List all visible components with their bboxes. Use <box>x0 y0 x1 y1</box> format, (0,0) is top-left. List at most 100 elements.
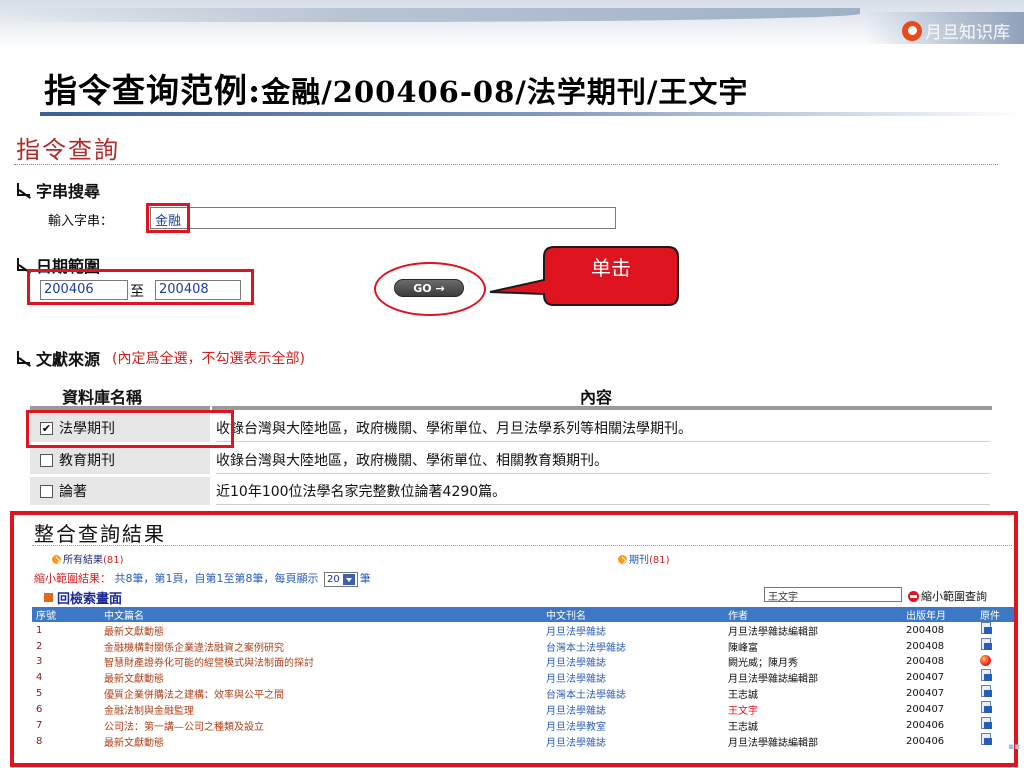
table-row[interactable]: 4 最新文獻動態 月旦法學雜誌 月旦法學雜誌編輯部 200407 <box>32 669 1014 685</box>
document-icon[interactable] <box>980 717 993 730</box>
document-icon[interactable] <box>980 701 993 714</box>
source-name-cell: 論著 <box>30 477 210 505</box>
orange-bullet-icon <box>618 555 627 564</box>
row-number: 5 <box>36 687 43 699</box>
all-results-link[interactable]: 所有結果(81) <box>52 551 124 566</box>
publish-date: 200407 <box>906 687 945 699</box>
author-name: 月旦法學雜誌編輯部 <box>728 737 818 749</box>
page-size-select[interactable]: 20 <box>324 571 358 587</box>
decorative-dots: ▪▪ <box>1008 742 1021 752</box>
string-search-heading: 字串搜尋 <box>16 178 100 202</box>
go-button[interactable]: GO → <box>394 279 464 297</box>
narrow-search-label: 縮小範圍查詢 <box>921 590 987 603</box>
table-row[interactable]: 7 公司法：第一講—公司之種類及設立 月旦法學教室 王志誠 200406 <box>32 717 1014 733</box>
corner-arrow-icon <box>16 258 32 274</box>
source-row-education-journal: 教育期刊 收錄台灣與大陸地區，政府機關、學術單位、相關教育類期刊。 <box>30 446 990 474</box>
document-icon[interactable] <box>980 685 993 698</box>
table-row[interactable]: 3 智慧財產證券化可能的經營模式與法制面的探討 月旦法學雜誌 闕光威；陳月秀 20040… <box>32 654 1014 669</box>
publish-date: 200406 <box>906 719 945 731</box>
date-range-heading-text: 日期範圍 <box>36 257 101 276</box>
article-title-link[interactable]: 金融機構對關係企業違法融資之案例研究 <box>100 638 542 654</box>
date-to-input[interactable]: 200408 <box>155 280 241 300</box>
periodical-link[interactable]: 期刊(81) <box>618 551 670 566</box>
source-checkbox[interactable]: ✔ <box>40 421 53 435</box>
narrow-info: 共8筆，第1頁，自第1至第8筆，每頁顯示 <box>114 572 319 585</box>
document-icon[interactable] <box>980 669 993 682</box>
source-checkbox[interactable] <box>40 484 53 498</box>
table-row[interactable]: 5 優質企業併購法之建構：效率與公平之間 台灣本土法學雜誌 王志誠 200407 <box>32 685 1014 701</box>
article-title-link[interactable]: 最新文獻動態 <box>100 622 542 638</box>
author-name: 闕光威；陳月秀 <box>728 658 798 669</box>
original-file-cell[interactable] <box>976 669 1014 685</box>
author-name: 陳峰富 <box>728 642 758 654</box>
article-title-link[interactable]: 最新文獻動態 <box>100 669 542 685</box>
source-name-cell: 教育期刊 <box>30 446 210 474</box>
string-search-input[interactable]: 金融 <box>150 207 616 229</box>
journal-name: 月旦法學雜誌 <box>546 705 606 717</box>
corner-arrow-icon <box>16 351 32 367</box>
source-description: 收錄台灣與大陸地區，政府機關、學術單位、相關教育類期刊。 <box>216 446 990 474</box>
section-heading: 指令查詢 <box>16 136 120 164</box>
original-file-cell[interactable] <box>976 701 1014 717</box>
source-checkbox[interactable] <box>40 453 53 467</box>
source-description: 近10年100位法學名家完整數位論著4290篇。 <box>216 477 990 505</box>
date-range-heading: 日期範圍 <box>16 253 100 277</box>
table-row[interactable]: 6 金融法制與金融監理 月旦法學雜誌 王文宇 200407 <box>32 701 1014 717</box>
source-name: 教育期刊 <box>59 453 115 469</box>
table-row[interactable]: 8 最新文獻動態 月旦法學雜誌 月旦法學雜誌編輯部 200406 <box>32 733 1014 749</box>
decorative-swoosh <box>0 8 860 22</box>
orange-bullet-icon <box>52 555 61 564</box>
results-divider <box>32 545 1012 546</box>
document-icon[interactable] <box>980 638 993 651</box>
sources-table-header: 資料庫名稱 內容 <box>14 384 998 407</box>
media-orb-icon[interactable] <box>980 654 991 666</box>
title-underline <box>40 112 1024 116</box>
periodical-label: 期刊 <box>629 555 649 566</box>
publish-date: 200406 <box>906 735 945 747</box>
callout-label: 单击 <box>591 256 631 280</box>
article-title-link[interactable]: 智慧財產證券化可能的經營模式與法制面的探討 <box>100 654 542 669</box>
col-journal: 中文刊名 <box>542 607 724 622</box>
publish-date: 200407 <box>906 671 945 683</box>
results-body: 1 最新文獻動態 月旦法學雜誌 月旦法學雜誌編輯部 200408 2 金融機構對關係企業違法… <box>32 622 1014 749</box>
string-search-heading-text: 字串搜尋 <box>36 182 101 201</box>
original-file-cell[interactable] <box>976 638 1014 654</box>
table-row[interactable]: 1 最新文獻動態 月旦法學雜誌 月旦法學雜誌編輯部 200408 <box>32 622 1014 638</box>
article-title-link[interactable]: 公司法：第一講—公司之種類及設立 <box>100 717 542 733</box>
chevron-down-icon <box>342 573 355 585</box>
original-file-cell[interactable] <box>976 622 1014 638</box>
all-results-label: 所有結果 <box>63 555 103 566</box>
slide-title-query: 金融/200406-08/法学期刊/王文宇 <box>261 75 749 109</box>
square-bullet-icon <box>44 593 53 602</box>
author-name: 月旦法學雜誌編輯部 <box>728 673 818 685</box>
journal-name: 月旦法學雜誌 <box>546 626 606 638</box>
source-name: 法學期刊 <box>59 421 115 437</box>
author-name: 王文宇 <box>728 705 758 717</box>
article-title-link[interactable]: 金融法制與金融監理 <box>100 701 542 717</box>
original-file-cell[interactable] <box>976 654 1014 669</box>
article-title-link[interactable]: 最新文獻動態 <box>100 733 542 749</box>
col-title: 中文篇名 <box>100 607 542 622</box>
corner-arrow-icon <box>16 183 32 199</box>
col-db-name: 資料庫名稱 <box>62 388 143 407</box>
publish-date: 200407 <box>906 703 945 715</box>
results-header-row: 序號 中文篇名 中文刊名 作者 出版年月 原件 <box>32 607 1014 622</box>
article-title-link[interactable]: 優質企業併購法之建構：效率與公平之間 <box>100 685 542 701</box>
slide-title-prefix: 指令查询范例: <box>44 71 262 110</box>
table-row[interactable]: 2 金融機構對關係企業違法融資之案例研究 台灣本土法學雜誌 陳峰富 200408 <box>32 638 1014 654</box>
original-file-cell[interactable] <box>976 685 1014 701</box>
slide-title: 指令查询范例:金融/200406-08/法学期刊/王文宇 <box>44 64 748 112</box>
section-divider <box>14 164 998 165</box>
minus-circle-icon <box>908 590 919 602</box>
date-from-input[interactable]: 200406 <box>40 280 128 300</box>
narrow-search-button[interactable]: 縮小範圍查詢 <box>908 588 987 604</box>
document-icon[interactable] <box>980 622 993 635</box>
logo-mark-icon <box>902 20 922 41</box>
source-name-cell: ✔ 法學期刊 <box>30 414 210 442</box>
back-to-search-link[interactable]: 回檢索畫面 <box>44 588 122 607</box>
narrow-search-input[interactable]: 王文宇 <box>764 587 902 603</box>
document-icon[interactable] <box>980 733 993 746</box>
original-file-cell[interactable] <box>976 717 1014 733</box>
journal-name: 台灣本土法學雜誌 <box>546 689 626 701</box>
sources-note: (內定爲全選，不勾選表示全部) <box>112 351 305 367</box>
